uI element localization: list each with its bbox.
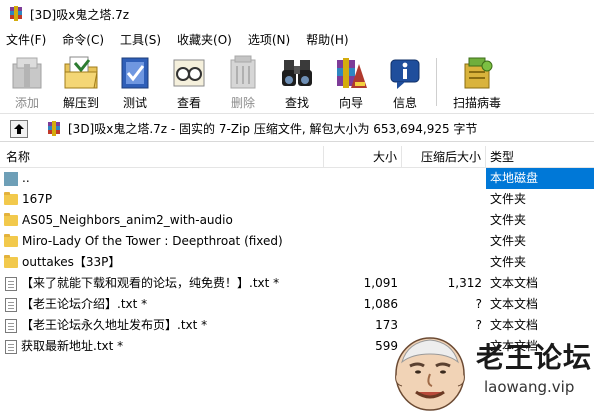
watermark-title: 老王论坛	[476, 341, 593, 374]
test-archive-icon	[115, 54, 155, 92]
title-bar: [3D]吸x鬼之塔.7z	[0, 0, 594, 28]
file-size	[324, 252, 402, 273]
archive-path[interactable]: [3D]吸x鬼之塔.7z - 固实的 7-Zip 压缩文件, 解包大小为 653…	[68, 120, 477, 137]
column-header-name[interactable]: 名称	[0, 145, 324, 168]
file-type: 文件夹	[490, 192, 527, 206]
file-packed-size: ?	[475, 297, 482, 311]
file-size	[324, 168, 402, 189]
text-file-icon	[5, 318, 17, 333]
file-name: 获取最新地址.txt *	[21, 339, 124, 353]
list-header: 名称 大小 压缩后大小 类型	[0, 145, 594, 168]
file-packed-size	[402, 231, 486, 252]
test-label: 测试	[122, 96, 147, 110]
file-packed-size	[402, 189, 486, 210]
find-button[interactable]: 查找	[270, 50, 324, 110]
file-packed-size	[402, 252, 486, 273]
menu-file[interactable]: 文件(F)	[0, 31, 54, 48]
file-size	[324, 231, 402, 252]
file-packed-size	[402, 168, 486, 189]
folder-icon	[4, 234, 18, 247]
menu-commands[interactable]: 命令(C)	[54, 31, 112, 48]
table-row[interactable]: 【老王论坛介绍】.txt * 1,086 ? 文本文档	[0, 294, 594, 315]
file-size: 1,091	[363, 276, 398, 290]
file-name: 【来了就能下载和观看的论坛，纯免费！】.txt *	[21, 276, 280, 290]
info-icon	[385, 54, 425, 92]
folder-icon	[4, 192, 18, 205]
view-glasses-icon	[169, 54, 209, 92]
view-button[interactable]: 查看	[162, 50, 216, 110]
file-type: 文本文档	[490, 297, 539, 311]
watermark-url: laowang.vip	[484, 378, 575, 396]
wizard-label: 向导	[338, 96, 363, 110]
info-label: 信息	[392, 96, 417, 110]
table-row[interactable]: AS05_Neighbors_anim2_with-audio 文件夹	[0, 210, 594, 231]
file-type: 文件夹	[490, 255, 527, 269]
file-type: 文件夹	[490, 234, 527, 248]
add-label: 添加	[14, 96, 39, 110]
wizard-button[interactable]: 向导	[324, 50, 378, 110]
menu-bar: 文件(F) 命令(C) 工具(S) 收藏夹(O) 选项(N) 帮助(H)	[0, 28, 594, 50]
file-name: 【老王论坛永久地址发布页】.txt *	[21, 318, 208, 332]
file-name: 【老王论坛介绍】.txt *	[21, 297, 148, 311]
add-archive-icon	[7, 54, 47, 92]
test-button[interactable]: 测试	[108, 50, 162, 110]
scan-virus-icon	[457, 54, 497, 92]
extract-to-button[interactable]: 解压到	[54, 50, 108, 110]
file-size	[324, 189, 402, 210]
add-button[interactable]: 添加	[0, 50, 54, 110]
text-file-icon	[5, 297, 17, 312]
delete-button[interactable]: 删除	[216, 50, 270, 110]
up-one-level-button[interactable]	[10, 119, 28, 138]
file-type: 本地磁盘	[486, 168, 594, 189]
parent-folder-icon	[4, 171, 18, 186]
scan-virus-label: 扫描病毒	[452, 96, 501, 110]
find-label: 查找	[284, 96, 309, 110]
folder-icon	[4, 255, 18, 268]
view-label: 查看	[176, 96, 201, 110]
column-header-packed-size[interactable]: 压缩后大小	[402, 145, 486, 168]
file-name: outtakes【33P】	[22, 255, 121, 269]
info-button[interactable]: 信息	[378, 50, 432, 110]
text-file-icon	[5, 339, 17, 354]
menu-favorites[interactable]: 收藏夹(O)	[169, 31, 240, 48]
delete-label: 删除	[230, 96, 255, 110]
arrow-up-icon	[14, 123, 24, 134]
extract-folder-icon	[61, 54, 101, 92]
table-row[interactable]: outtakes【33P】 文件夹	[0, 252, 594, 273]
table-row[interactable]: 167P 文件夹	[0, 189, 594, 210]
file-name: ..	[22, 171, 30, 185]
column-header-size[interactable]: 大小	[324, 145, 402, 168]
menu-options[interactable]: 选项(N)	[240, 31, 298, 48]
winrar-app-icon[interactable]	[8, 6, 24, 22]
window-title: [3D]吸x鬼之塔.7z	[30, 7, 130, 22]
column-header-type[interactable]: 类型	[486, 146, 594, 168]
toolbar: 添加 解压到 测试 查看 删除 查找 向导 信息 扫描病毒	[0, 50, 594, 114]
extract-to-label: 解压到	[62, 96, 99, 110]
file-packed-size	[402, 210, 486, 231]
file-type: 文件夹	[490, 213, 527, 227]
folder-icon	[4, 213, 18, 226]
watermark: 老王论坛 laowang.vip	[388, 328, 594, 415]
file-size	[324, 210, 402, 231]
wizard-icon	[331, 54, 371, 92]
file-size: 1,086	[363, 297, 398, 311]
text-file-icon	[5, 276, 17, 291]
archive-icon	[46, 120, 62, 137]
binoculars-icon	[277, 54, 317, 92]
address-bar: [3D]吸x鬼之塔.7z - 固实的 7-Zip 压缩文件, 解包大小为 653…	[0, 116, 594, 142]
table-row[interactable]: .. 本地磁盘	[0, 168, 594, 189]
toolbar-separator	[436, 58, 437, 106]
file-name: 167P	[22, 192, 53, 206]
file-name: AS05_Neighbors_anim2_with-audio	[22, 213, 233, 227]
menu-help[interactable]: 帮助(H)	[298, 31, 356, 48]
old-man-face-icon	[388, 328, 472, 412]
menu-tools[interactable]: 工具(S)	[112, 31, 169, 48]
scan-virus-button[interactable]: 扫描病毒	[441, 50, 513, 110]
file-name: Miro-Lady Of the Tower : Deepthroat (fix…	[22, 234, 283, 248]
table-row[interactable]: 【来了就能下载和观看的论坛，纯免费！】.txt * 1,091 1,312 文本…	[0, 273, 594, 294]
table-row[interactable]: Miro-Lady Of the Tower : Deepthroat (fix…	[0, 231, 594, 252]
file-packed-size: 1,312	[447, 276, 482, 290]
delete-icon	[223, 54, 263, 92]
file-type: 文本文档	[490, 276, 539, 290]
